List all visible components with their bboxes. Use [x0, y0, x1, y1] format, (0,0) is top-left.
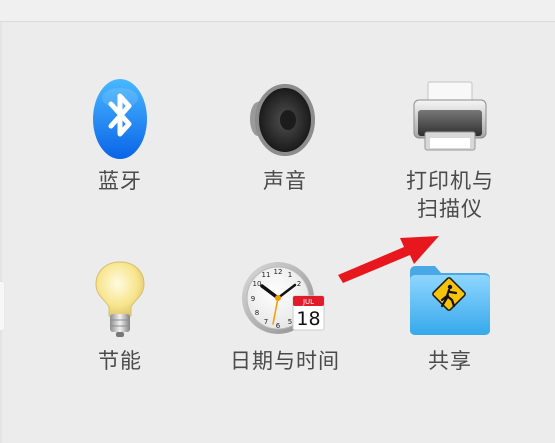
calendar-day: 18 — [296, 308, 320, 330]
svg-text:10: 10 — [253, 280, 262, 288]
pref-label-bluetooth: 蓝牙 — [98, 169, 142, 193]
pref-label-sound: 声音 — [263, 169, 307, 193]
svg-text:6: 6 — [276, 322, 281, 330]
window-left-handle — [0, 282, 4, 330]
lightbulb-icon — [92, 258, 148, 340]
svg-text:12: 12 — [274, 268, 283, 276]
calendar-month: JUL — [302, 298, 314, 306]
printer-icon — [406, 78, 494, 160]
speaker-icon — [240, 78, 330, 160]
window-left-edge — [0, 22, 2, 443]
annotation-arrow — [330, 228, 450, 288]
window-toolbar-edge — [0, 0, 555, 22]
pref-item-bluetooth[interactable]: 蓝牙 — [45, 70, 195, 240]
pref-label-energy-saver: 节能 — [98, 349, 142, 373]
svg-text:1: 1 — [288, 271, 292, 279]
pref-item-sound[interactable]: 声音 — [210, 70, 360, 240]
svg-text:7: 7 — [264, 318, 268, 326]
svg-text:5: 5 — [288, 318, 292, 326]
svg-text:8: 8 — [255, 309, 259, 317]
svg-text:11: 11 — [262, 271, 271, 279]
clock-calendar-icon: 12 1 2 3 4 5 6 7 8 9 10 11 JUL 18 — [239, 258, 331, 340]
pref-label-sharing: 共享 — [428, 349, 472, 373]
pref-label-date-time: 日期与时间 — [230, 349, 340, 373]
pref-label-printers-scanners: 打印机与 扫描仪 — [406, 169, 494, 221]
bluetooth-icon — [92, 78, 148, 160]
pref-item-energy-saver[interactable]: 节能 — [45, 250, 195, 420]
svg-text:9: 9 — [251, 295, 255, 303]
svg-text:2: 2 — [297, 280, 301, 288]
pref-item-printers-scanners[interactable]: 打印机与 扫描仪 — [375, 70, 525, 240]
calendar-badge: JUL 18 — [292, 295, 325, 331]
